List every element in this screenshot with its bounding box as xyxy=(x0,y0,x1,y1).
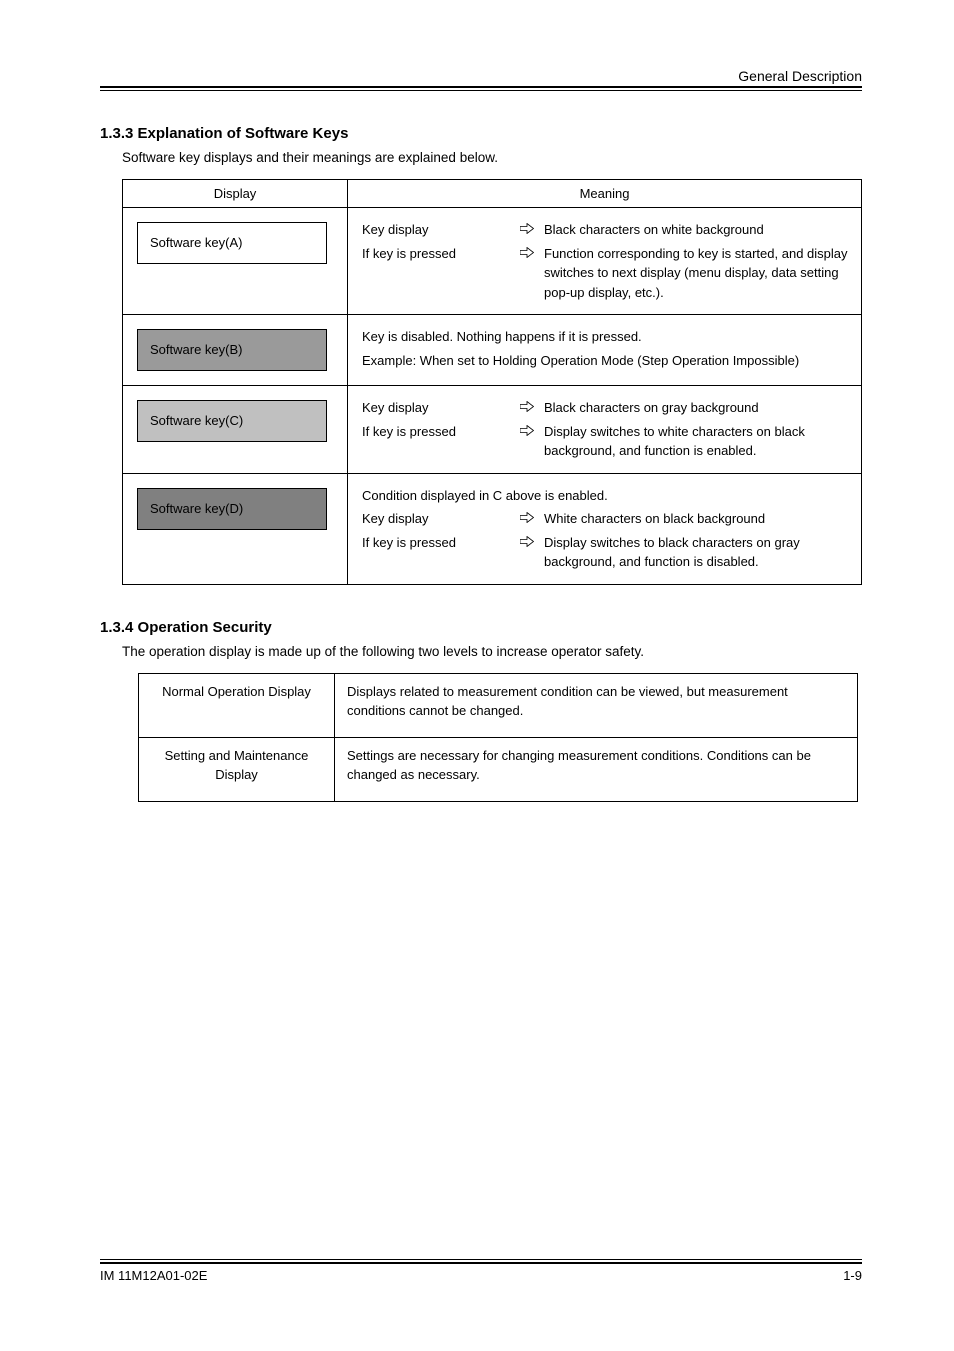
footer-product: IM 11M12A01-02E xyxy=(100,1268,207,1283)
swatch-midgray: Software key(D) xyxy=(137,488,327,530)
cell-text: Display switches to white characters on … xyxy=(544,422,851,461)
cell-text: If key is pressed xyxy=(362,244,510,264)
table-head-meaning: Meaning xyxy=(348,180,862,208)
table-row: Normal Operation Display Displays relate… xyxy=(139,673,858,737)
page-footer: IM 11M12A01-02E 1-9 xyxy=(100,1259,862,1283)
cell-text: White characters on black background xyxy=(544,509,765,529)
arrow-right-icon xyxy=(518,422,536,442)
cell-text: Key display xyxy=(362,509,510,529)
cell-text: Black characters on white background xyxy=(544,220,764,240)
cell-text: Black characters on gray background xyxy=(544,398,759,418)
swatch-darkgray: Software key(B) xyxy=(137,329,327,371)
cell-text: Settings are necessary for changing meas… xyxy=(335,737,858,801)
section-title-security: 1.3.4 Operation Security xyxy=(100,619,862,636)
footer-page-number: 1-9 xyxy=(843,1268,862,1283)
software-keys-table: Display Meaning Software key(A) Key disp… xyxy=(122,179,862,585)
table-head-display: Display xyxy=(123,180,348,208)
swatch-white: Software key(A) xyxy=(137,222,327,264)
cell-text: Displays related to measurement conditio… xyxy=(335,673,858,737)
arrow-right-icon xyxy=(518,398,536,418)
cell-text: Key display xyxy=(362,398,510,418)
cell-text: If key is pressed xyxy=(362,533,510,553)
cell-text: If key is pressed xyxy=(362,422,510,442)
cell-text: Example: When set to Holding Operation M… xyxy=(362,351,851,371)
cell-text: Key is disabled. Nothing happens if it i… xyxy=(362,327,851,347)
arrow-right-icon xyxy=(518,533,536,553)
swatch-lightgray: Software key(C) xyxy=(137,400,327,442)
section-lead-keys: Software key displays and their meanings… xyxy=(122,150,862,165)
arrow-right-icon xyxy=(518,509,536,529)
section-title-keys: 1.3.3 Explanation of Software Keys xyxy=(100,125,862,142)
header-rule-thick xyxy=(100,86,862,88)
table-row: Software key(C) Key display Black charac… xyxy=(123,386,862,474)
section-lead-security: The operation display is made up of the … xyxy=(122,644,862,659)
arrow-right-icon xyxy=(518,220,536,240)
operation-security-table: Normal Operation Display Displays relate… xyxy=(138,673,858,802)
arrow-right-icon xyxy=(518,244,536,264)
cell-text: Setting and Maintenance Display xyxy=(139,737,335,801)
table-row: Software key(D) Condition displayed in C… xyxy=(123,473,862,584)
table-row: Setting and Maintenance Display Settings… xyxy=(139,737,858,801)
cell-text: Display switches to black characters on … xyxy=(544,533,851,572)
header-rule-thin xyxy=(100,90,862,91)
table-row: Software key(B) Key is disabled. Nothing… xyxy=(123,315,862,386)
cell-text: Key display xyxy=(362,220,510,240)
cell-text: Function corresponding to key is started… xyxy=(544,244,851,303)
table-row: Software key(A) Key display Black charac… xyxy=(123,208,862,315)
cell-text: Condition displayed in C above is enable… xyxy=(362,486,851,506)
cell-text: Normal Operation Display xyxy=(139,673,335,737)
header-chapter: General Description xyxy=(100,68,862,84)
